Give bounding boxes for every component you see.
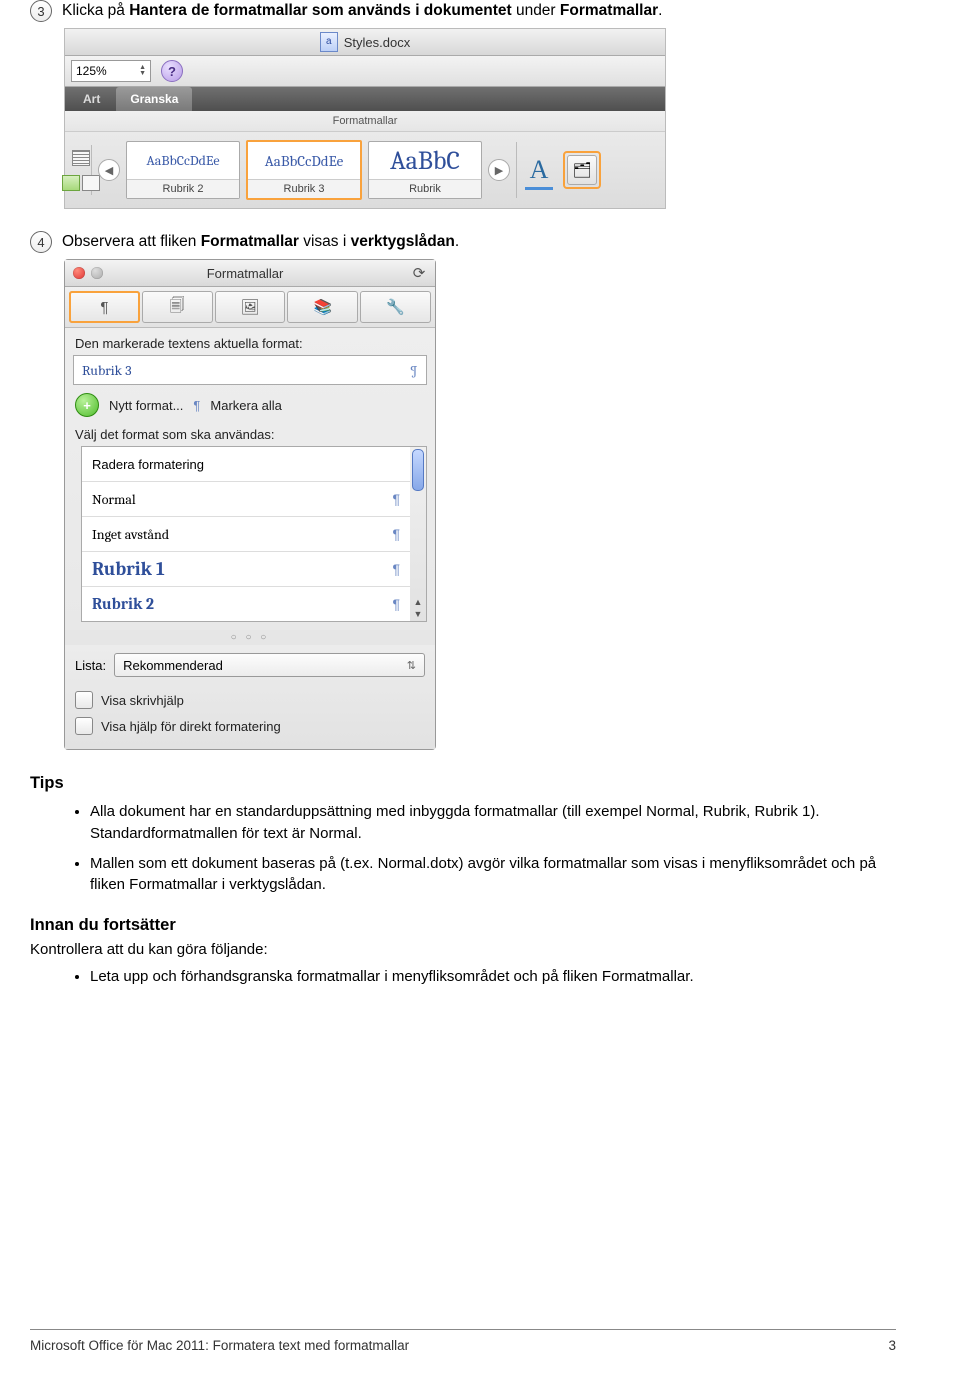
style-tools-group: A 🗂 xyxy=(516,142,601,198)
panel-actions-row: + Nytt format... ¶ Markera alla xyxy=(65,385,435,425)
scroll-left-icon[interactable]: ◀ xyxy=(98,159,120,181)
before-heading: Innan du fortsätter xyxy=(30,916,896,935)
panel-tabstrip: ¶ 🗐 🖼 📚 🔧 xyxy=(65,287,435,328)
footer-title: Microsoft Office för Mac 2011: Formatera… xyxy=(30,1338,409,1353)
list-select[interactable]: Rekommenderad ⇅ xyxy=(114,653,425,677)
page-number: 3 xyxy=(888,1338,896,1353)
list-item[interactable]: Radera formatering xyxy=(82,447,410,482)
figure-styles-panel: Formatmallar ⟳ ¶ 🗐 🖼 📚 🔧 Den markerade t… xyxy=(64,259,896,750)
document-icon: a xyxy=(320,32,338,52)
panel-tab-tools[interactable]: 🔧 xyxy=(360,291,431,323)
list-item[interactable]: Normal ¶ xyxy=(82,482,410,517)
step-3: 3 Klicka på Hantera de formatmallar som … xyxy=(30,0,896,22)
manage-styles-highlight: 🗂 xyxy=(563,151,601,189)
list-item: Alla dokument har en standarduppsättning… xyxy=(90,801,896,845)
panel-tab-media[interactable]: 🖼 xyxy=(215,291,286,323)
font-color-icon[interactable]: A xyxy=(521,152,557,188)
list-item: Mallen som ett dokument baseras på (t.ex… xyxy=(90,853,896,897)
panel-tab-copies[interactable]: 🗐 xyxy=(142,291,213,323)
panel-titlebar: Formatmallar ⟳ xyxy=(65,260,435,287)
list-item[interactable]: Rubrik 1 ¶ xyxy=(82,552,410,587)
step-4-text: Observera att fliken Formatmallar visas … xyxy=(62,231,459,253)
ribbon-tabs: Art Granska xyxy=(65,87,665,111)
list-item: Leta upp och förhandsgranska formatmalla… xyxy=(90,966,896,988)
step-number-4: 4 xyxy=(30,231,52,253)
current-style-label: Den markerade textens aktuella format: xyxy=(65,328,435,355)
stepper-arrows-icon[interactable]: ▲▼ xyxy=(139,65,146,77)
pilcrow-icon: ¶ xyxy=(410,362,418,379)
select-all-button[interactable]: Markera alla xyxy=(210,398,282,413)
tab-granska[interactable]: Granska xyxy=(116,87,192,111)
scroll-right-icon[interactable]: ▶ xyxy=(488,159,510,181)
checkbox-row-direkt[interactable]: Visa hjälp för direkt formatering xyxy=(75,713,425,739)
gear-icon[interactable]: ⟳ xyxy=(411,265,427,281)
ribbon-body: ◀ AaBbCcDdEe Rubrik 2 AaBbCcDdEe Rubrik … xyxy=(65,132,665,208)
before-list: Leta upp och förhandsgranska formatmalla… xyxy=(90,966,896,988)
step-3-text: Klicka på Hantera de formatmallar som an… xyxy=(62,0,662,22)
pilcrow-icon: ¶ xyxy=(392,491,400,507)
list-select-label: Lista: xyxy=(75,658,106,673)
list-lines-icon[interactable] xyxy=(72,150,90,166)
panel-tab-library[interactable]: 📚 xyxy=(287,291,358,323)
checkbox-row-skrivhjalp[interactable]: Visa skrivhjälp xyxy=(75,687,425,713)
current-style-box[interactable]: Rubrik 3 ¶ xyxy=(73,355,427,385)
panel-title: Formatmallar xyxy=(85,266,405,281)
tips-list: Alla dokument har en standarduppsättning… xyxy=(90,801,896,896)
panel-tab-paragraph[interactable]: ¶ xyxy=(69,291,140,323)
step-4: 4 Observera att fliken Formatmallar visa… xyxy=(30,231,896,253)
page-footer: Microsoft Office för Mac 2011: Formatera… xyxy=(30,1329,896,1353)
checkbox-icon[interactable] xyxy=(75,691,93,709)
pilcrow-icon: ¶ xyxy=(392,596,400,612)
select-all-icon: ¶ xyxy=(193,398,200,413)
scroll-up-icon[interactable]: ▲ xyxy=(413,597,423,607)
list-item[interactable]: Inget avstånd ¶ xyxy=(82,517,410,552)
choose-style-label: Välj det format som ska användas: xyxy=(65,425,435,446)
tips-heading: Tips xyxy=(30,774,896,793)
style-tile-rubrik[interactable]: AaBbC Rubrik xyxy=(368,141,482,199)
step-number-3: 3 xyxy=(30,0,52,22)
figure-ribbon: a Styles.docx 125% ▲▼ ? Art Granska Form… xyxy=(64,28,896,209)
close-icon[interactable] xyxy=(73,267,85,279)
toolbar-row: 125% ▲▼ ? xyxy=(65,56,665,87)
pilcrow-icon: ¶ xyxy=(392,526,400,542)
view-plain-icon[interactable] xyxy=(82,175,100,191)
pilcrow-icon: ¶ xyxy=(392,561,400,577)
resize-handle-icon[interactable]: ○ ○ ○ xyxy=(65,630,435,645)
checkbox-icon[interactable] xyxy=(75,717,93,735)
stepper-arrows-icon: ⇅ xyxy=(407,659,416,672)
style-list: Radera formatering Normal ¶ Inget avstån… xyxy=(73,446,427,622)
plus-icon[interactable]: + xyxy=(75,393,99,417)
before-lead: Kontrollera att du kan göra följande: xyxy=(30,941,896,958)
list-item[interactable]: Rubrik 2 ¶ xyxy=(82,587,410,621)
tab-art[interactable]: Art xyxy=(69,87,114,111)
manage-styles-button[interactable]: 🗂 xyxy=(567,155,597,185)
help-icon[interactable]: ? xyxy=(161,60,183,82)
view-green-icon[interactable] xyxy=(62,175,80,191)
view-toggle-group xyxy=(71,145,92,195)
scrollbar[interactable]: ▲ ▼ xyxy=(410,446,427,622)
new-style-button[interactable]: Nytt format... xyxy=(109,398,183,413)
style-tile-rubrik3[interactable]: AaBbCcDdEe Rubrik 3 xyxy=(246,140,362,200)
window-title: Styles.docx xyxy=(344,35,410,50)
ribbon-group-label: Formatmallar xyxy=(65,111,665,132)
scroll-down-icon[interactable]: ▼ xyxy=(413,609,423,619)
window-titlebar: a Styles.docx xyxy=(65,29,665,56)
zoom-field[interactable]: 125% ▲▼ xyxy=(71,60,151,82)
scroll-thumb[interactable] xyxy=(412,449,424,491)
style-tile-rubrik2[interactable]: AaBbCcDdEe Rubrik 2 xyxy=(126,141,240,199)
